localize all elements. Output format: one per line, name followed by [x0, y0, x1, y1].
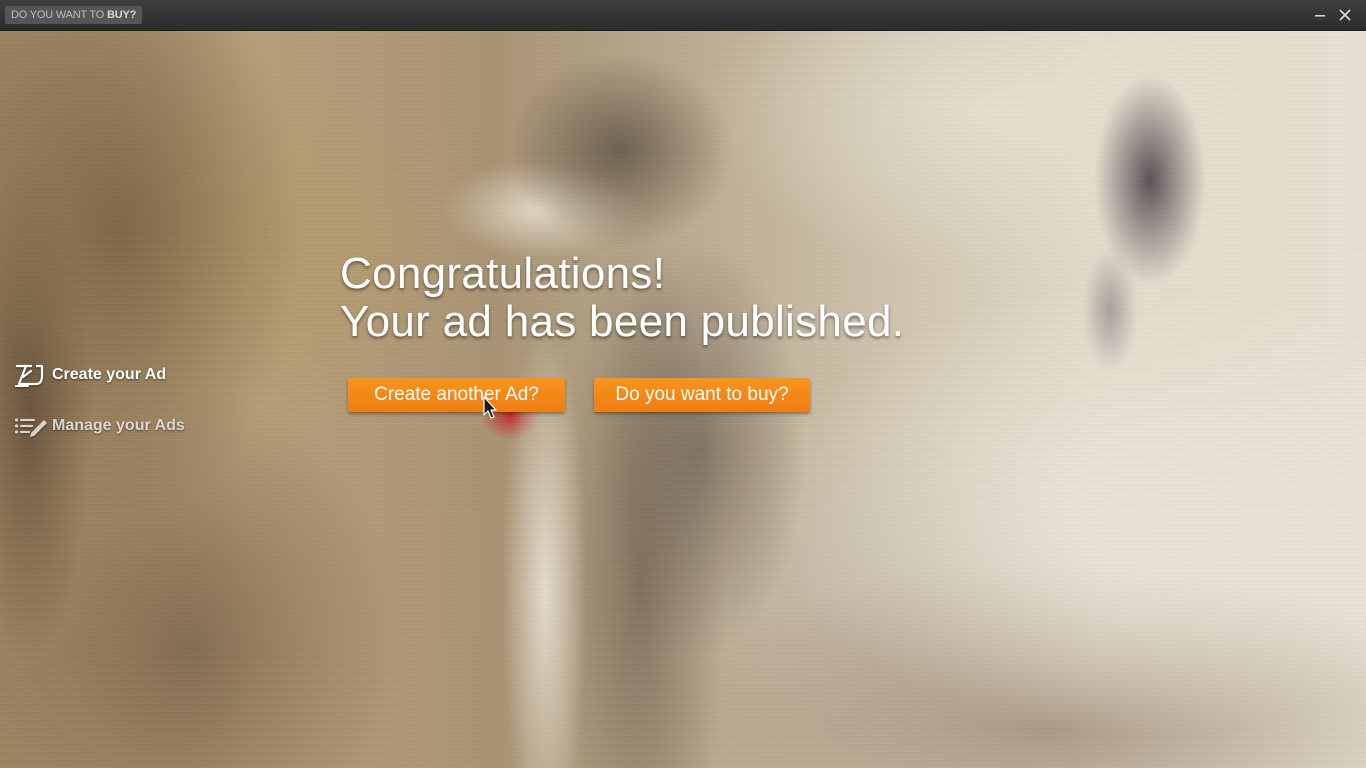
manage-ads-icon — [14, 412, 48, 440]
create-another-ad-button[interactable]: Create another Ad? — [348, 378, 565, 412]
action-buttons: Create another Ad? Do you want to buy? — [348, 378, 810, 412]
minimize-icon — [1315, 15, 1325, 17]
mouse-cursor-icon — [483, 396, 497, 419]
app-logo: DO YOU WANT TO BUY? — [5, 6, 143, 24]
headline-line-1: Congratulations! — [340, 249, 666, 298]
sidebar-item-label: Create your Ad — [52, 366, 167, 383]
sidebar-item-manage-ads[interactable]: Manage your Ads — [14, 411, 234, 441]
close-icon — [1339, 9, 1351, 21]
create-ad-icon — [14, 361, 48, 389]
close-button[interactable] — [1335, 5, 1355, 25]
headline-line-2: Your ad has been published. — [340, 297, 905, 346]
app-name-bold: BUY? — [107, 9, 137, 21]
app-window: DO YOU WANT TO BUY? Create your Ad Manag… — [0, 0, 1366, 768]
app-name-prefix: DO YOU WANT TO — [11, 9, 105, 21]
sidebar-item-label: Manage your Ads — [52, 417, 185, 434]
want-to-buy-button[interactable]: Do you want to buy? — [594, 378, 810, 412]
sidebar-nav: Create your Ad Manage your Ads — [14, 360, 234, 441]
title-bar[interactable]: DO YOU WANT TO BUY? — [0, 0, 1366, 31]
confirmation-message: Congratulations! Your ad has been publis… — [340, 250, 1040, 346]
minimize-button[interactable] — [1310, 5, 1330, 25]
sidebar-item-create-ad[interactable]: Create your Ad — [14, 360, 234, 390]
